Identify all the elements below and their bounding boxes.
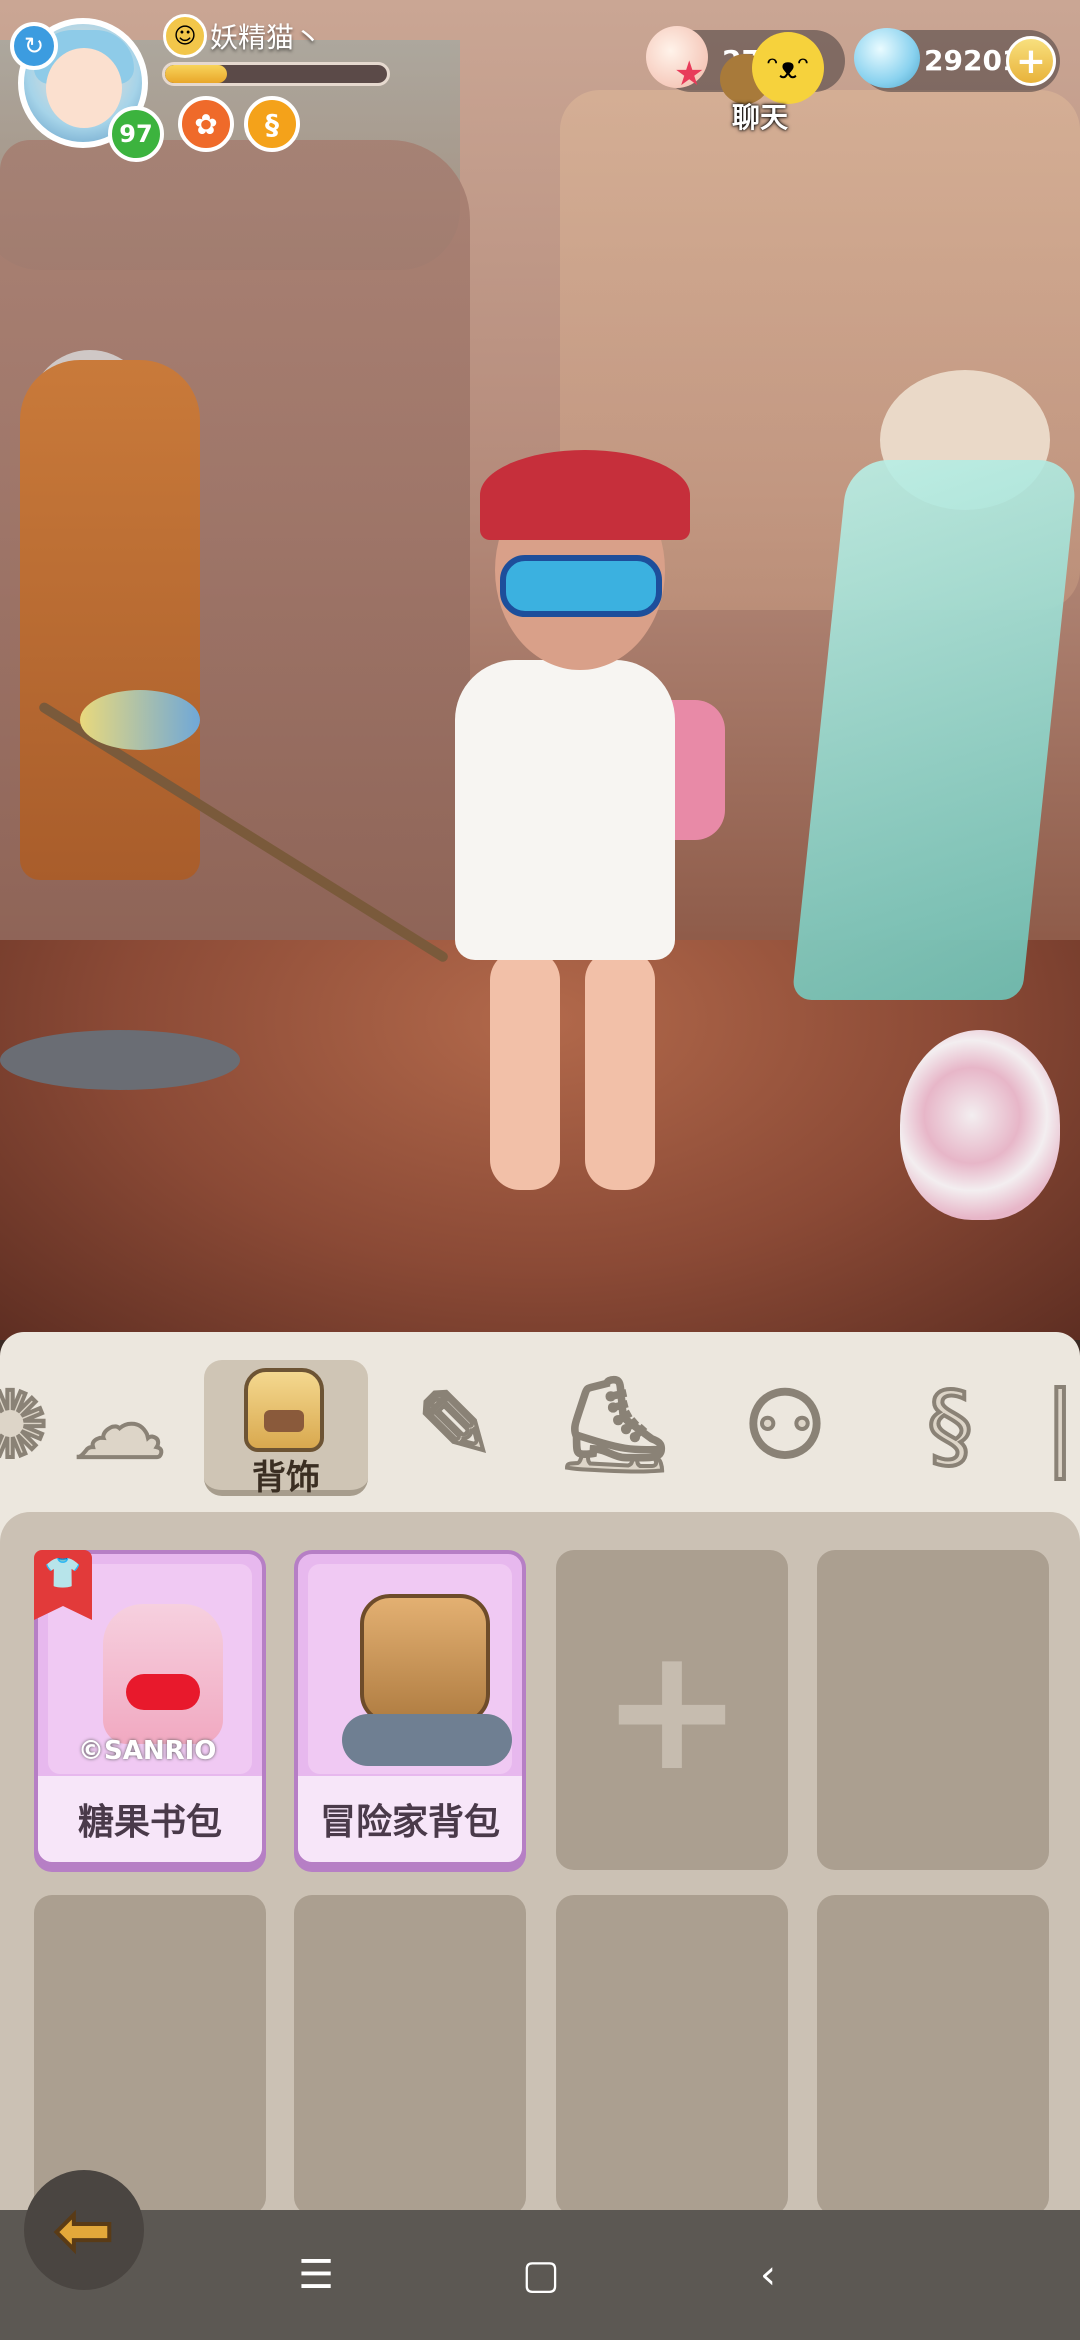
item-card-candy-backpack[interactable]: ©SANRIO 👕 糖果书包 [34,1550,266,1866]
xp-bar-fill [165,65,228,83]
handheld-icon: ✎ [414,1370,495,1481]
empty-slot [817,1895,1049,2215]
starfish-icon: ★ [674,54,705,94]
item-card-adventurer-backpack[interactable]: 冒险家背包 [294,1550,526,1866]
copyright-watermark: ©SANRIO [78,1736,217,1766]
menu-icon[interactable]: ☰ [286,2245,346,2305]
shoes-icon: ⛸ [555,1369,676,1480]
buff-icon-swirl[interactable]: § [244,96,300,152]
home-icon[interactable]: ▢ [511,2245,571,2305]
tab-tail[interactable]: § [870,1360,1030,1490]
plus-icon: + [600,1611,744,1809]
adventurer-backpack-image [360,1594,490,1724]
sync-icon[interactable]: ↻ [10,22,58,70]
character-goggles [500,555,662,617]
mannequin-stand [0,1030,240,1090]
hair-icon: ☁ [72,1370,168,1481]
back-nav-icon[interactable]: ‹ [738,2245,798,2305]
emoji-status-icon[interactable]: ☺ [163,14,207,58]
chat-label: 聊天 [732,101,789,134]
glasses-icon: ⚇ [742,1370,829,1481]
empty-slot [294,1895,526,2215]
backpack-pocket [264,1410,304,1432]
gem-currency[interactable]: 29201 + [854,28,1060,92]
red-bow-icon [126,1674,200,1710]
player-name: 妖精猫丶 [210,21,323,54]
bedroll-image [342,1714,512,1766]
character-leg-right [585,950,655,1190]
back-arrow-icon: ⬅ [53,2187,116,2273]
empty-slot [34,1895,266,2215]
item-image [308,1564,512,1774]
tab-hair[interactable]: ☁ [40,1360,200,1490]
chat-bubble-icon: ᵔᴥᵔ [752,32,824,104]
tab-glasses[interactable]: ⚇ [705,1360,865,1490]
character-hat [480,450,690,540]
add-slot[interactable]: + [556,1550,788,1870]
backpack-icon [244,1368,324,1452]
swirl-egg [900,1030,1060,1220]
tab-partial-right[interactable]: ❘ [1040,1360,1080,1490]
back-button[interactable]: ⬅ [24,2170,144,2290]
character-leg-left [490,950,560,1190]
tab-shoes[interactable]: ⛸ [535,1360,695,1490]
character-shirt [455,660,675,960]
game-scene [0,0,1080,1340]
tab-back-accessory[interactable]: 背饰 [204,1360,368,1498]
empty-slot [556,1895,788,2215]
fish-decoration [80,690,200,750]
mannequin [20,360,200,880]
tail-icon: § [925,1370,975,1481]
level-badge: 97 [108,106,164,162]
avatar-face [46,48,122,128]
empty-slot [817,1550,1049,1870]
tab-back-accessory-label: 背饰 [252,1458,320,1498]
item-name: 糖果书包 [38,1776,262,1862]
add-gems-button[interactable]: + [1006,36,1056,86]
tab-handheld[interactable]: ✎ [375,1360,535,1490]
gem-icon [854,28,920,88]
chat-button[interactable]: ᵔᴥᵔ 聊天 [720,28,830,138]
buff-icon-flower[interactable]: ✿ [178,96,234,152]
xp-bar [162,62,390,86]
item-name: 冒险家背包 [298,1776,522,1862]
more-icon: ❘ [1040,1370,1080,1481]
